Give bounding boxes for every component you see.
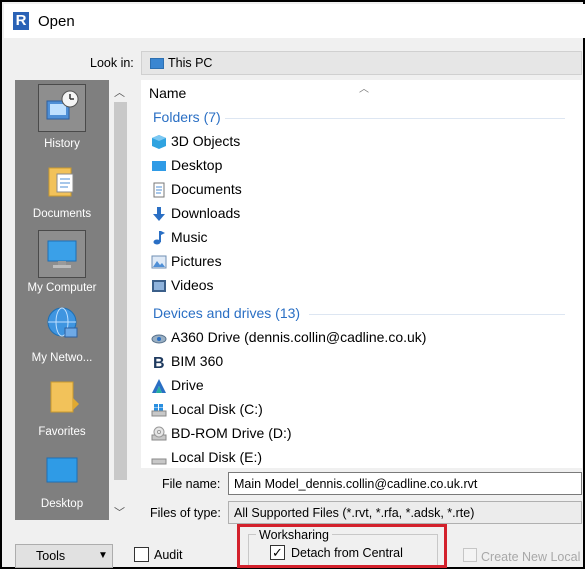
list-item-a360-drive[interactable]: A360 Drive (dennis.collin@cadline.co.uk) [151, 327, 571, 349]
this-pc-icon [150, 58, 164, 69]
item-label: BD-ROM Drive (D:) [171, 425, 292, 441]
scroll-down-arrow-icon[interactable]: ﹀ [114, 504, 125, 520]
place-documents-label: Documents [32, 208, 92, 220]
local-disk-icon [151, 458, 167, 465]
optical-drive-icon [151, 426, 167, 441]
place-my-computer-label: My Computer [27, 282, 97, 294]
computer-monitor-icon [47, 240, 77, 268]
list-item-downloads[interactable]: Downloads [151, 203, 571, 225]
documents-folder-icon [48, 167, 74, 197]
places-scrollbar[interactable]: ︿ ﹀ [109, 80, 132, 522]
list-item-bd-rom-drive[interactable]: BD-ROM Drive (D:) [151, 423, 571, 445]
file-name-label: File name: [162, 477, 221, 491]
audit-label[interactable]: Audit [154, 548, 183, 562]
item-label: 3D Objects [171, 133, 241, 149]
item-label: Videos [171, 277, 214, 293]
list-item-videos[interactable]: Videos [151, 275, 571, 297]
file-list[interactable]: ︿ Name Folders (7) 3D Objects Desktop Do… [141, 80, 582, 468]
place-favorites-label: Favorites [38, 426, 86, 438]
place-favorites[interactable]: Favorites [15, 374, 109, 446]
item-label: BIM 360 [171, 353, 224, 369]
desktop-icon [46, 457, 78, 483]
place-my-computer[interactable]: My Computer [15, 226, 109, 298]
place-my-network[interactable]: My Netwo... [15, 300, 109, 372]
audit-checkbox[interactable] [134, 547, 149, 562]
list-item-documents[interactable]: Documents [151, 179, 571, 201]
scrollbar-thumb[interactable] [114, 102, 127, 480]
document-icon [153, 182, 165, 198]
create-new-local-checkbox[interactable] [463, 548, 477, 562]
pictures-icon [151, 255, 167, 269]
files-of-type-label: Files of type: [150, 506, 221, 520]
network-globe-icon [47, 307, 78, 338]
place-history[interactable]: History [15, 82, 109, 154]
files-of-type-dropdown[interactable]: All Supported Files (*.rvt, *.rfa, *.ads… [228, 501, 582, 524]
revit-app-icon: R [13, 12, 29, 30]
history-icon [46, 90, 79, 120]
item-label: Downloads [171, 205, 241, 221]
list-item-local-disk-e[interactable]: Local Disk (E:) [151, 447, 571, 468]
a360-drive-icon [151, 334, 167, 344]
file-name-value: Main Model_dennis.collin@cadline.co.uk.r… [234, 477, 478, 491]
look-in-dropdown[interactable]: This PC [141, 51, 582, 75]
svg-text:B: B [153, 355, 165, 370]
item-label: Documents [171, 181, 242, 197]
videos-icon [152, 280, 166, 292]
group-divider [309, 314, 565, 315]
file-name-input[interactable]: Main Model_dennis.collin@cadline.co.uk.r… [228, 472, 582, 495]
item-label: Local Disk (C:) [171, 401, 263, 417]
look-in-value: This PC [168, 56, 213, 70]
place-documents[interactable]: Documents [15, 154, 109, 226]
autodesk-drive-icon [152, 379, 166, 393]
place-desktop[interactable]: Desktop [15, 446, 109, 518]
title-bar: R Open [4, 4, 585, 38]
favorites-folder-icon [50, 381, 79, 413]
item-label: Pictures [171, 253, 222, 269]
group-devices-and-drives[interactable]: Devices and drives (13) [153, 305, 300, 321]
item-label: Desktop [171, 157, 223, 173]
open-dialog: R Open Look in: This PC History Document… [0, 0, 585, 569]
look-in-label: Look in: [90, 56, 134, 70]
tools-button-label: Tools [36, 549, 66, 563]
scroll-up-arrow-icon[interactable]: ︿ [114, 84, 125, 100]
sort-ascending-icon: ︿ [359, 84, 369, 95]
tools-button[interactable]: Tools ▼ [15, 544, 113, 568]
dropdown-triangle-icon: ▼ [98, 550, 108, 561]
local-disk-windows-icon [151, 404, 167, 417]
highlight-annotation-box [237, 524, 447, 568]
place-history-label: History [44, 138, 80, 150]
item-label: Drive [171, 377, 204, 393]
item-label: Local Disk (E:) [171, 449, 263, 465]
item-label: Music [171, 229, 208, 245]
files-of-type-value: All Supported Files (*.rvt, *.rfa, *.ads… [234, 506, 475, 520]
list-item-music[interactable]: Music [151, 227, 571, 249]
item-label: A360 Drive (dennis.collin@cadline.co.uk) [171, 329, 427, 345]
list-item-bim-360[interactable]: B BIM 360 [151, 351, 571, 373]
list-item-3d-objects[interactable]: 3D Objects [151, 131, 571, 153]
column-header-name[interactable]: Name [149, 85, 186, 101]
group-divider [225, 118, 565, 119]
list-item-drive[interactable]: Drive [151, 375, 571, 397]
list-item-pictures[interactable]: Pictures [151, 251, 571, 273]
window-title: Open [38, 13, 75, 30]
place-my-network-label: My Netwo... [31, 352, 93, 364]
place-desktop-label: Desktop [40, 498, 84, 510]
bim-360-b-icon: B [153, 355, 165, 370]
create-new-local-label[interactable]: Create New Local [481, 550, 580, 564]
3d-objects-icon [152, 135, 166, 149]
places-bar: History Documents My Computer My Netwo..… [15, 80, 109, 520]
group-folders[interactable]: Folders (7) [153, 109, 221, 125]
music-note-icon [153, 231, 165, 245]
desktop-icon [152, 161, 166, 171]
list-item-desktop[interactable]: Desktop [151, 155, 571, 177]
list-item-local-disk-c[interactable]: Local Disk (C:) [151, 399, 571, 421]
download-arrow-icon [153, 207, 165, 221]
